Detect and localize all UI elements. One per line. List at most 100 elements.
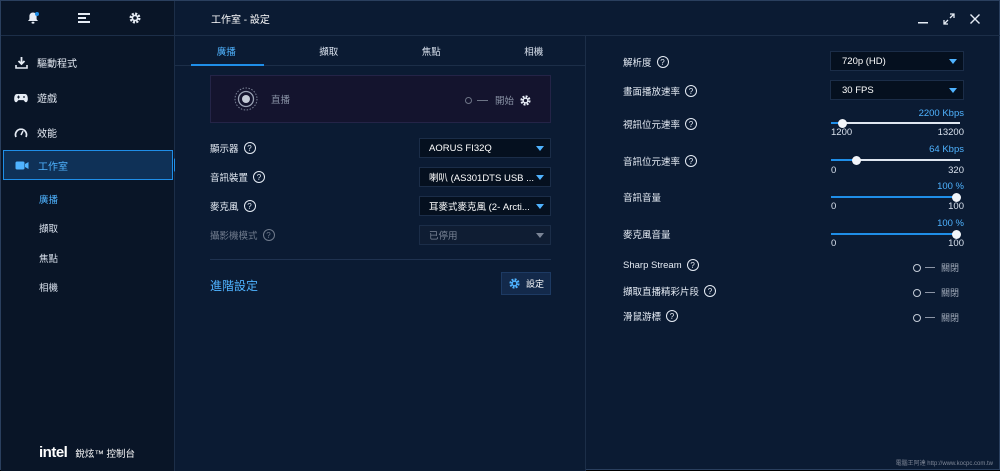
sidebar-subitem-focus[interactable]: 焦點: [1, 243, 175, 273]
mic-volume-label: 麥克風音量: [623, 230, 671, 241]
video-bitrate-label: 視訊位元速率?: [623, 117, 698, 131]
tab-bar: 廣播 擷取 焦點 相機: [175, 36, 585, 66]
toggle-knob-icon: [913, 288, 921, 297]
slider-min: 1200: [831, 127, 853, 138]
help-icon[interactable]: ?: [685, 118, 698, 130]
audio-bitrate-label: 音訊位元速率?: [623, 154, 698, 168]
framerate-label: 畫面播放速率?: [623, 84, 698, 98]
sidebar-item-studio[interactable]: 工作室: [3, 150, 180, 180]
tab-capture[interactable]: 擷取: [278, 36, 381, 65]
advanced-settings-link[interactable]: 進階設定: [210, 277, 258, 294]
sidebar-item-games[interactable]: 遊戲: [1, 80, 175, 115]
stream-card: 直播 開始: [210, 75, 551, 123]
notification-bell-icon[interactable]: [20, 5, 46, 31]
audio-bitrate-value: 64 Kbps: [929, 144, 964, 155]
capture-highlights-toggle[interactable]: 關閉: [913, 286, 959, 299]
mic-volume-slider[interactable]: 100 % 0 100: [831, 218, 964, 249]
caret-down-icon: [536, 175, 544, 180]
brand-footer: intel 銳炫™ 控制台: [39, 444, 135, 461]
help-icon[interactable]: ?: [243, 200, 256, 212]
slider-max: 100: [948, 201, 964, 212]
help-icon[interactable]: ?: [685, 155, 698, 167]
stream-settings-gear-icon[interactable]: [519, 94, 532, 107]
stream-settings-panel: 解析度? 720p (HD) 畫面播放速率? 30 FPS 視訊位元速率? 22…: [586, 36, 1000, 471]
help-icon[interactable]: ?: [253, 171, 266, 183]
help-icon[interactable]: ?: [666, 310, 679, 322]
sidebar-toolbar: [1, 1, 174, 36]
app-window: 驅動程式 遊戲 效能 工作室 廣播 擷取 焦點 相機 intel 銳炫™ 控制台…: [0, 0, 1000, 471]
toggle-knob-icon: [464, 96, 472, 104]
toggle-state: 關閉: [941, 313, 960, 323]
expand-icon[interactable]: [941, 11, 957, 27]
minimize-icon[interactable]: [915, 11, 931, 27]
settings-button-label: 設定: [525, 279, 544, 289]
audio-bitrate-slider[interactable]: 64 Kbps 0 320: [831, 144, 964, 176]
settings-gear-icon[interactable]: [122, 5, 148, 31]
sidebar-item-performance[interactable]: 效能: [1, 115, 175, 150]
tab-focus[interactable]: 焦點: [380, 36, 483, 65]
slider-max: 13200: [937, 127, 964, 138]
tab-camera[interactable]: 相機: [483, 36, 586, 65]
window-controls: [915, 11, 983, 27]
stream-start-toggle[interactable]: 開始: [464, 93, 532, 107]
stream-label: 直播: [271, 95, 291, 106]
broadcast-panel: 廣播 擷取 焦點 相機 直播 開始 顯示器? AORUS FI32Q 音訊裝置 …: [175, 36, 586, 471]
sidebar: 驅動程式 遊戲 效能 工作室 廣播 擷取 焦點 相機 intel 銳炫™ 控制台: [1, 1, 180, 471]
help-icon[interactable]: ?: [686, 259, 699, 271]
audio-device-row: 音訊裝置? 喇叭 (AS301DTS USB ...: [210, 167, 551, 187]
audio-device-select[interactable]: 喇叭 (AS301DTS USB ...: [419, 167, 551, 187]
camera-mode-select: 已停用: [419, 225, 551, 245]
display-row: 顯示器? AORUS FI32Q: [210, 138, 551, 158]
slider-thumb[interactable]: [852, 155, 861, 165]
toggle-state: 關閉: [941, 288, 960, 298]
display-select[interactable]: AORUS FI32Q: [419, 138, 551, 158]
close-icon[interactable]: [967, 11, 983, 27]
capture-highlights-label: 擷取直播精彩片段?: [623, 284, 717, 298]
toggle-track: [925, 267, 935, 268]
mic-volume-value: 100 %: [937, 218, 964, 229]
mouse-cursor-toggle[interactable]: 關閉: [913, 311, 959, 324]
toggle-track: [476, 99, 488, 101]
stream-start-label: 開始: [494, 96, 514, 107]
help-icon[interactable]: ?: [243, 142, 256, 154]
sidebar-item-drivers[interactable]: 驅動程式: [1, 45, 175, 80]
microphone-select[interactable]: 耳麥式麥克風 (2- Arcti...: [419, 196, 551, 216]
brand-text: 銳炫™ 控制台: [75, 448, 135, 460]
sidebar-nav: 驅動程式 遊戲 效能 工作室 廣播 擷取 焦點 相機: [1, 45, 180, 303]
download-icon: [13, 55, 29, 71]
slider-fill: [831, 233, 956, 235]
tab-broadcast[interactable]: 廣播: [175, 36, 278, 66]
camera-icon: [14, 157, 30, 173]
toggle-knob-icon: [913, 313, 921, 322]
menu-list-icon[interactable]: [71, 5, 97, 31]
intel-logo: intel: [39, 444, 68, 461]
slider-max: 100: [948, 238, 964, 249]
advanced-settings-button[interactable]: 設定: [501, 272, 551, 295]
sharp-stream-toggle[interactable]: 關閉: [913, 261, 959, 274]
gamepad-icon: [13, 90, 29, 106]
slider-min: 0: [831, 165, 837, 176]
help-icon[interactable]: ?: [704, 285, 717, 297]
camera-mode-row: 攝影機模式? 已停用: [210, 225, 551, 245]
caret-down-icon: [536, 233, 544, 238]
help-icon[interactable]: ?: [685, 85, 698, 97]
toggle-knob-icon: [913, 263, 921, 272]
audio-volume-value: 100 %: [937, 181, 964, 192]
audio-volume-label: 音訊音量: [623, 193, 662, 204]
sidebar-item-label: 遊戲: [37, 94, 57, 105]
watermark: 電腦王阿達 http://www.kocpc.com.tw: [895, 461, 993, 467]
help-icon[interactable]: ?: [656, 56, 669, 68]
video-bitrate-slider[interactable]: 2200 Kbps 1200 13200: [831, 108, 964, 138]
microphone-row: 麥克風? 耳麥式麥克風 (2- Arcti...: [210, 196, 551, 216]
slider-track: [831, 122, 960, 124]
framerate-select[interactable]: 30 FPS: [830, 80, 964, 100]
audio-volume-slider[interactable]: 100 % 0 100: [831, 181, 964, 212]
sidebar-subitem-capture[interactable]: 擷取: [1, 214, 175, 244]
toggle-track: [925, 292, 935, 293]
sidebar-subitem-broadcast[interactable]: 廣播: [1, 184, 175, 214]
audio-device-label: 音訊裝置?: [210, 170, 266, 184]
sidebar-subitem-camera[interactable]: 相機: [1, 273, 175, 303]
resolution-select[interactable]: 720p (HD): [830, 51, 964, 71]
slider-max: 320: [948, 165, 964, 176]
toggle-track: [925, 317, 935, 318]
